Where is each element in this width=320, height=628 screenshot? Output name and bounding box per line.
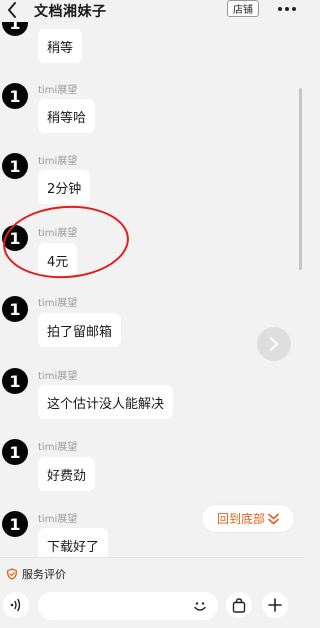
message-bubble[interactable]: 稍等哈 — [38, 99, 96, 133]
red-circle-annotation — [0, 201, 132, 283]
shield-check-icon — [6, 568, 18, 580]
sender-name: timi展望 — [38, 371, 78, 382]
more-dots-icon — [278, 7, 282, 11]
avatar[interactable]: 1 — [2, 439, 28, 465]
plus-icon — [268, 598, 282, 612]
sender-name: timi展望 — [38, 298, 78, 309]
chevron-left-icon — [8, 2, 16, 18]
avatar[interactable]: 1 — [2, 368, 28, 394]
scrollbar[interactable] — [299, 88, 302, 270]
chat-footer: 服务评价 — [0, 557, 304, 628]
voice-icon — [10, 598, 21, 612]
chat-header: 文档湘妹子 店铺 — [0, 0, 304, 22]
scroll-to-bottom-label: 回到底部 — [216, 512, 265, 526]
sender-name: timi展望 — [38, 442, 78, 453]
sender-name: timi展望 — [38, 85, 78, 96]
avatar[interactable]: 1 — [2, 511, 28, 537]
message-bubble[interactable]: 好费劲 — [38, 457, 96, 491]
next-arrow-button[interactable] — [257, 327, 291, 361]
chat-title: 文档湘妹子 — [34, 4, 107, 20]
sender-name: timi展望 — [38, 156, 78, 167]
avatar[interactable]: 1 — [2, 153, 28, 179]
avatar[interactable]: 1 — [2, 83, 28, 109]
message-bubble[interactable]: 拍了留邮箱 — [38, 313, 122, 347]
more-options-button[interactable] — [275, 0, 299, 18]
more-actions-button[interactable] — [262, 592, 288, 618]
emoji-icon — [194, 602, 206, 611]
service-rating-label: 服务评价 — [22, 568, 66, 581]
scroll-to-bottom-button[interactable]: 回到底部 — [202, 505, 294, 532]
back-button[interactable] — [4, 0, 20, 20]
double-chevron-down-icon — [268, 513, 279, 524]
avatar[interactable]: 1 — [2, 296, 28, 322]
shopping-bag-icon — [232, 597, 246, 613]
sender-name: timi展望 — [38, 514, 78, 525]
message-bubble[interactable]: 2分钟 — [38, 170, 91, 204]
service-rating-button[interactable]: 服务评价 — [6, 566, 66, 582]
voice-input-button[interactable] — [3, 592, 29, 618]
chevron-right-icon — [269, 337, 279, 351]
message-bubble[interactable]: 这个估计没人能解决 — [38, 385, 174, 419]
shop-button[interactable]: 店铺 — [227, 0, 259, 17]
emoji-button[interactable] — [190, 596, 210, 616]
message-bubble[interactable]: 稍等 — [38, 29, 83, 63]
shopping-bag-button[interactable] — [226, 592, 252, 618]
